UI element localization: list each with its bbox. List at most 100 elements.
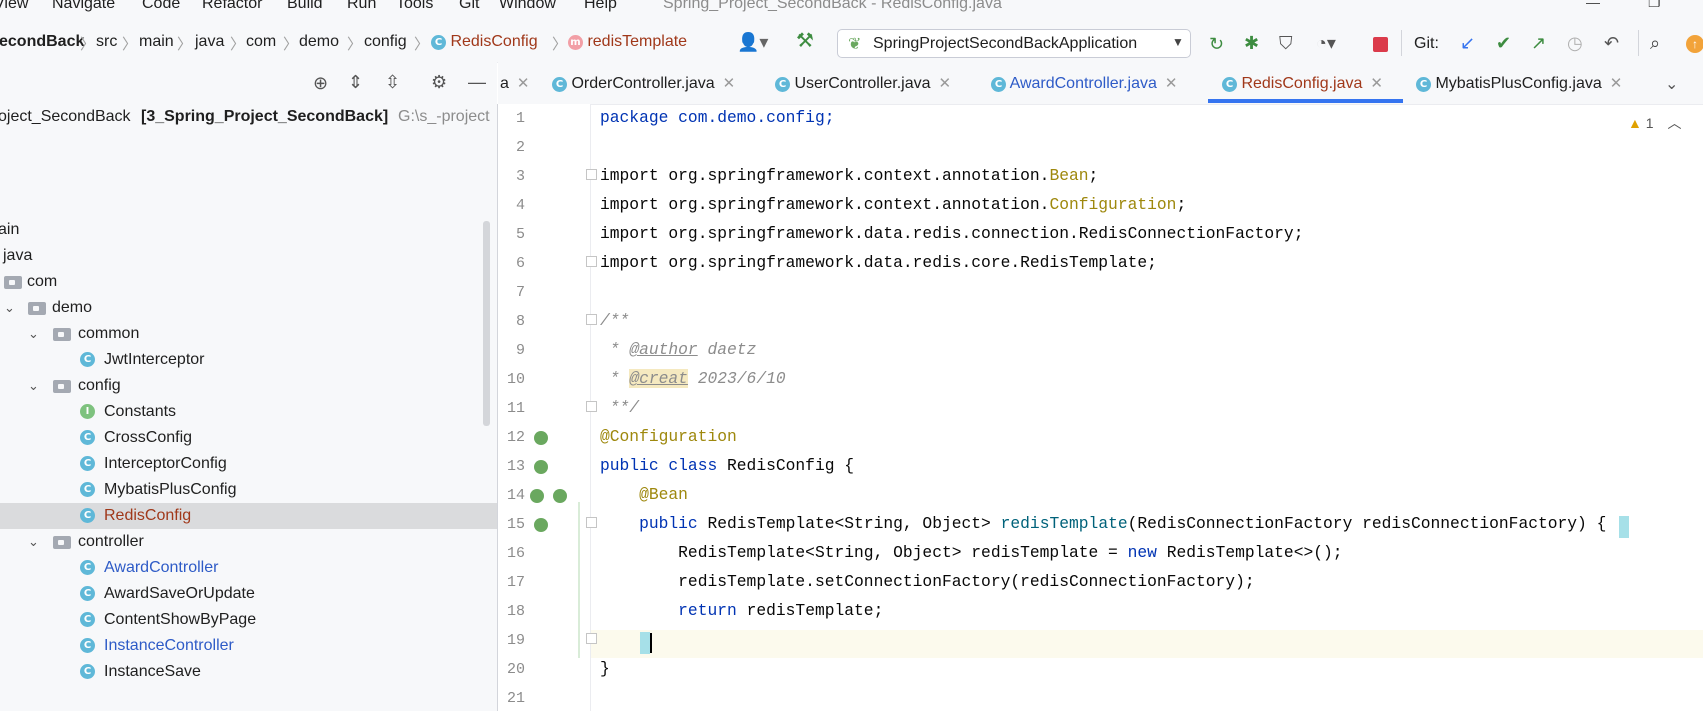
- fold-icon[interactable]: [586, 169, 597, 180]
- chevron-down-icon[interactable]: ⌄: [28, 373, 39, 399]
- tree-item-crossconfig[interactable]: C CrossConfig: [0, 425, 497, 451]
- tree-item-config[interactable]: ⌄ config: [0, 373, 497, 399]
- tree-item-main[interactable]: ain: [0, 217, 497, 243]
- tree-item-label: Constants: [104, 403, 177, 420]
- fold-icon[interactable]: [586, 633, 597, 644]
- tree-root[interactable]: oject_SecondBack [3_Spring_Project_Secon…: [0, 104, 497, 130]
- tab-awardcontroller[interactable]: C AwardController.java ✕: [991, 74, 1177, 93]
- tree-item-jwtinterceptor[interactable]: C JwtInterceptor: [0, 347, 497, 373]
- debug-icon[interactable]: ✱: [1244, 33, 1259, 53]
- tree-item-constants[interactable]: I Constants: [0, 399, 497, 425]
- menu-tools[interactable]: Tools: [396, 0, 433, 13]
- chevron-up-icon[interactable]: ︿: [1667, 115, 1681, 131]
- fold-icon[interactable]: [586, 256, 597, 267]
- tab-usercontroller[interactable]: C UserController.java ✕: [775, 74, 951, 93]
- hide-panel-icon[interactable]: —: [468, 72, 486, 92]
- menu-window[interactable]: Window: [499, 0, 556, 13]
- chevron-down-icon[interactable]: ⌄: [28, 529, 39, 555]
- tree-item-awardcontroller[interactable]: C AwardController: [0, 555, 497, 581]
- tree-item-redisconfig[interactable]: C RedisConfig: [0, 503, 497, 529]
- update-icon[interactable]: ↑: [1686, 35, 1703, 53]
- chevron-down-icon[interactable]: ⌄: [4, 295, 15, 321]
- tree-item-controller[interactable]: ⌄ controller: [0, 529, 497, 555]
- close-icon[interactable]: ✕: [1370, 75, 1383, 92]
- project-scrollbar[interactable]: [483, 221, 490, 426]
- tab-truncated[interactable]: a ✕: [500, 74, 529, 93]
- chevron-down-icon[interactable]: ⌄: [28, 321, 39, 347]
- spring-bean-gutter-icon[interactable]: [534, 431, 548, 445]
- close-icon[interactable]: ✕: [517, 75, 530, 92]
- tree-item-contentshowbypage[interactable]: C ContentShowByPage: [0, 607, 497, 633]
- spring-bean-gutter-icon[interactable]: [530, 489, 544, 503]
- tab-mybatisplusconfig[interactable]: C MybatisPlusConfig.java ✕: [1416, 74, 1622, 93]
- project-panel-header: ⊕ ⇕ ⇳ ⚙ —: [0, 62, 497, 105]
- tree-item-mybatisplusconfig[interactable]: C MybatisPlusConfig: [0, 477, 497, 503]
- menu-git[interactable]: Git: [459, 0, 479, 13]
- breadcrumb-separator-icon: 〉: [177, 36, 193, 53]
- tree-item-demo[interactable]: ⌄ demo: [0, 295, 497, 321]
- collapse-all-icon[interactable]: ⇳: [385, 72, 400, 92]
- line-number: 19: [506, 632, 525, 649]
- breadcrumb-demo[interactable]: demo: [299, 33, 339, 51]
- breadcrumb-src[interactable]: src: [96, 33, 117, 51]
- code-line: package com.demo.config;: [600, 108, 835, 127]
- tree-item-instancesave[interactable]: C InstanceSave: [0, 659, 497, 685]
- fold-icon[interactable]: [586, 401, 597, 412]
- line-number: 18: [506, 603, 525, 620]
- breadcrumb-project[interactable]: econdBack: [0, 33, 84, 51]
- breadcrumb-com[interactable]: com: [246, 33, 276, 51]
- close-icon[interactable]: ✕: [1610, 75, 1623, 92]
- minimize-icon[interactable]: —: [1586, 0, 1600, 10]
- run-configuration-select[interactable]: ❦ SpringProjectSecondBackApplication ▼: [837, 29, 1191, 58]
- warning-indicator[interactable]: ▲ 1 ︿: [1628, 113, 1681, 133]
- git-history-icon[interactable]: ◷: [1567, 33, 1583, 53]
- git-push-icon[interactable]: ↗: [1531, 33, 1546, 53]
- profile-icon[interactable]: ◔▾: [1316, 33, 1336, 53]
- close-icon[interactable]: ✕: [939, 75, 952, 92]
- git-commit-icon[interactable]: ✔: [1496, 33, 1511, 53]
- tab-list-chevron-icon[interactable]: ⌄: [1665, 74, 1678, 94]
- menu-refactor[interactable]: Refactor: [202, 0, 262, 13]
- rerun-icon[interactable]: ↻: [1209, 34, 1224, 54]
- menu-navigate[interactable]: Navigate: [52, 0, 115, 13]
- git-update-icon[interactable]: ↙: [1460, 33, 1475, 53]
- expand-all-icon[interactable]: ⇕: [348, 72, 363, 92]
- spring-bean-gutter-icon[interactable]: [534, 460, 548, 474]
- class-icon: C: [991, 77, 1006, 92]
- close-icon[interactable]: ✕: [1165, 75, 1178, 92]
- menu-code[interactable]: Code: [142, 0, 180, 13]
- git-rollback-icon[interactable]: ↶: [1604, 33, 1619, 53]
- locate-file-icon[interactable]: ⊕: [313, 73, 328, 93]
- menu-run[interactable]: Run: [347, 0, 376, 13]
- tree-item-interceptorconfig[interactable]: C InterceptorConfig: [0, 451, 497, 477]
- tree-item-java[interactable]: java: [0, 243, 497, 269]
- account-icon[interactable]: 👤▾: [737, 32, 768, 52]
- spring-bean-gutter-icon[interactable]: [553, 489, 567, 503]
- gear-icon[interactable]: ⚙: [431, 72, 447, 92]
- fold-icon[interactable]: [586, 314, 597, 325]
- breadcrumb-main[interactable]: main: [139, 33, 174, 51]
- stop-icon[interactable]: [1373, 37, 1388, 52]
- breadcrumb-config[interactable]: config: [364, 33, 407, 51]
- restore-icon[interactable]: ❐: [1648, 0, 1661, 11]
- breadcrumb-class[interactable]: C RedisConfig: [431, 33, 538, 51]
- fold-icon[interactable]: [586, 517, 597, 528]
- menu-build[interactable]: Build: [287, 0, 323, 13]
- breadcrumb-method[interactable]: m redisTemplate: [568, 33, 687, 51]
- tree-item-awardsaveorupdate[interactable]: C AwardSaveOrUpdate: [0, 581, 497, 607]
- class-icon: C: [80, 612, 95, 627]
- menu-help[interactable]: Help: [584, 0, 617, 13]
- close-icon[interactable]: ✕: [723, 75, 736, 92]
- build-hammer-icon[interactable]: ⚒: [796, 31, 814, 51]
- tree-item-com[interactable]: com: [0, 269, 497, 295]
- tab-ordercontroller[interactable]: C OrderController.java ✕: [552, 74, 735, 93]
- breadcrumb-java[interactable]: java: [195, 33, 224, 51]
- search-icon[interactable]: ⌕: [1650, 33, 1660, 53]
- line-number: 8: [515, 313, 525, 330]
- tree-item-instancecontroller[interactable]: C InstanceController: [0, 633, 497, 659]
- tab-redisconfig[interactable]: C RedisConfig.java ✕: [1222, 74, 1383, 93]
- coverage-icon[interactable]: ⛉: [1279, 33, 1293, 53]
- tree-item-common[interactable]: ⌄ common: [0, 321, 497, 347]
- menu-view[interactable]: View: [0, 0, 28, 13]
- spring-bean-gutter-icon[interactable]: [534, 518, 548, 532]
